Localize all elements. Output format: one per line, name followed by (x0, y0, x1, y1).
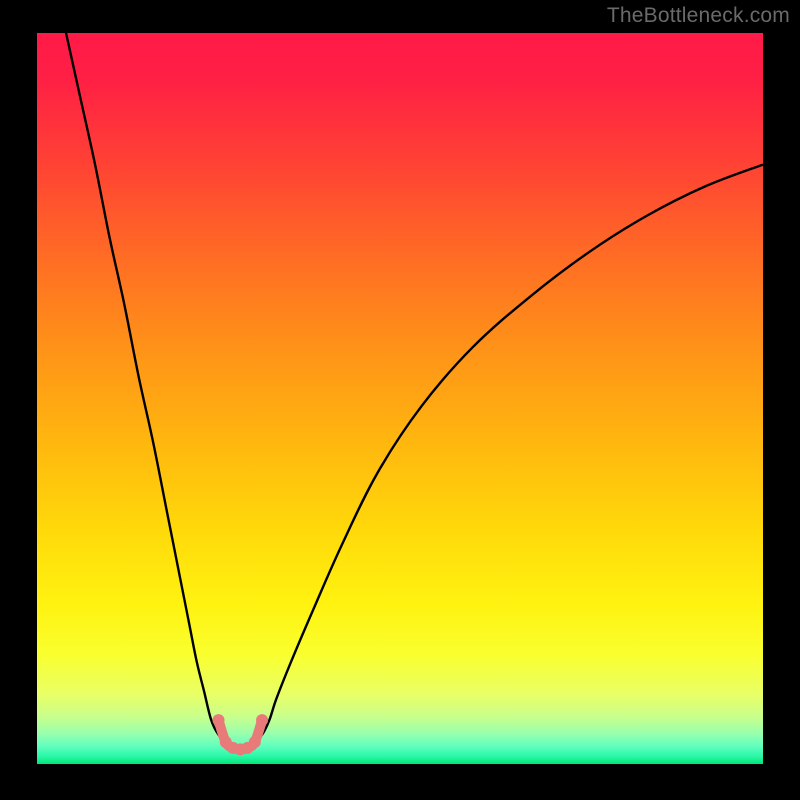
watermark-text: TheBottleneck.com (607, 4, 790, 28)
plot-area (37, 33, 763, 764)
chart-svg (37, 33, 763, 764)
accent-dot (249, 736, 261, 748)
accent-dot (213, 714, 225, 726)
plot-background (37, 33, 763, 764)
accent-dot (256, 714, 268, 726)
chart-stage: TheBottleneck.com (0, 0, 800, 800)
